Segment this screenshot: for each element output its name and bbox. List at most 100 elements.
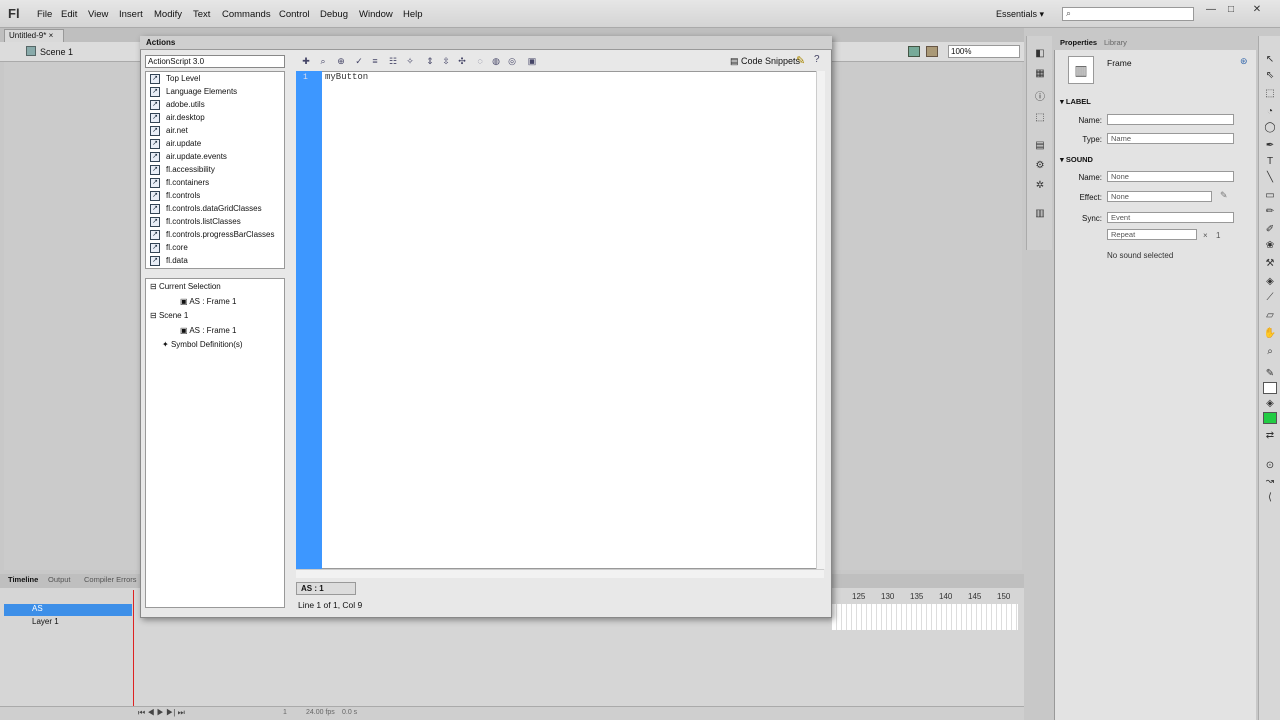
script-assist-icon[interactable]: ▣ xyxy=(526,55,538,67)
check-syntax-icon[interactable]: ✓ xyxy=(353,55,365,67)
add-item-icon[interactable]: ✚ xyxy=(300,55,312,67)
workspace-switcher[interactable]: Essentials ▾ xyxy=(996,9,1044,20)
transform-icon[interactable]: ⬚ xyxy=(1033,112,1047,124)
pen-tool-icon[interactable]: ✒ xyxy=(1263,140,1277,152)
tree-current-frame[interactable]: ▣ AS : Frame 1 xyxy=(180,297,236,306)
fill-color-icon[interactable]: ◈ xyxy=(1263,398,1277,410)
toolbox-item[interactable]: ↗ air.update.events xyxy=(150,152,227,165)
menu-debug[interactable]: Debug xyxy=(320,9,348,20)
collapse-selection-icon[interactable]: ⇳ xyxy=(440,55,452,67)
toolbox-item[interactable]: ↗ air.update xyxy=(150,139,201,152)
snap-icon[interactable]: ⊙ xyxy=(1263,460,1277,472)
code-snippets-button[interactable]: ▤ Code Snippets xyxy=(730,56,800,67)
hand-tool-icon[interactable]: ✋ xyxy=(1263,328,1277,340)
menu-window[interactable]: Window xyxy=(359,9,393,20)
language-select[interactable]: ActionScript 3.0 xyxy=(145,55,285,68)
scene-label[interactable]: Scene 1 xyxy=(40,47,73,57)
tab-compiler-errors[interactable]: Compiler Errors xyxy=(84,575,137,584)
pin-icon[interactable]: ✎ xyxy=(796,54,805,67)
target-icon[interactable]: ⊕ xyxy=(335,55,347,67)
tree-scene[interactable]: ⊟ Scene 1 xyxy=(150,311,188,320)
toolbox-item[interactable]: ↗ fl.containers xyxy=(150,178,209,191)
auto-format-icon[interactable]: ≡ xyxy=(369,55,381,67)
selection-tool-icon[interactable]: ↖ xyxy=(1263,54,1277,66)
actions-titlebar[interactable]: Actions xyxy=(140,36,832,50)
editor-vertical-scrollbar[interactable] xyxy=(816,71,825,569)
label-type-select[interactable]: Name xyxy=(1107,133,1234,144)
sync-select[interactable]: Event xyxy=(1107,212,1234,223)
tab-timeline[interactable]: Timeline xyxy=(8,575,38,584)
script-tab[interactable]: AS : 1 xyxy=(296,582,356,595)
eraser-icon[interactable]: ▱ xyxy=(1263,310,1277,322)
straighten-icon[interactable]: ⟨ xyxy=(1263,492,1277,504)
uncomment-icon[interactable]: ◎ xyxy=(506,55,518,67)
frame-grid[interactable] xyxy=(832,604,1018,630)
comment-block-icon[interactable]: ◌ xyxy=(474,55,486,67)
menu-insert[interactable]: Insert xyxy=(119,9,143,20)
label-section[interactable]: ▾ LABEL xyxy=(1060,97,1091,106)
paint-bucket-icon[interactable]: ◈ xyxy=(1263,276,1277,288)
frame-name-input[interactable] xyxy=(1107,114,1234,125)
expand-icon[interactable]: ✣ xyxy=(456,55,468,67)
toolbox-item[interactable]: ↗ fl.controls xyxy=(150,191,200,204)
frame-rate[interactable]: 24.00 fps xyxy=(306,709,335,716)
menu-view[interactable]: View xyxy=(88,9,108,20)
repeat-count[interactable]: 1 xyxy=(1216,231,1220,240)
collapse-icon[interactable]: ⇕ xyxy=(424,55,436,67)
debug-icon[interactable]: ✧ xyxy=(404,55,416,67)
subselection-tool-icon[interactable]: ⇖ xyxy=(1263,70,1277,82)
free-transform-icon[interactable]: ⬚ xyxy=(1263,88,1277,100)
rectangle-tool-icon[interactable]: ▭ xyxy=(1263,190,1277,202)
tree-symbols[interactable]: ✦ Symbol Definition(s) xyxy=(162,340,243,349)
info-icon[interactable]: ⓘ xyxy=(1033,92,1047,104)
pencil-tool-icon[interactable]: ✏ xyxy=(1263,206,1277,218)
toolbox-item[interactable]: ↗ fl.core xyxy=(150,243,188,256)
fill-swatch[interactable] xyxy=(1263,412,1277,424)
toolbox-item[interactable]: ↗ air.net xyxy=(150,126,188,139)
menu-text[interactable]: Text xyxy=(193,9,210,20)
toolbox-item[interactable]: ↗ Language Elements xyxy=(150,87,237,100)
toolbox-item[interactable]: ↗ fl.controls.listClasses xyxy=(150,217,241,230)
motion-presets-icon[interactable]: ✲ xyxy=(1033,180,1047,192)
stroke-color-icon[interactable]: ✎ xyxy=(1263,368,1277,380)
deco-tool-icon[interactable]: ❀ xyxy=(1263,240,1277,252)
3d-rotation-icon[interactable]: ◔ xyxy=(1263,106,1277,118)
code-text[interactable]: myButton xyxy=(325,72,368,82)
toolbox-item[interactable]: ↗ air.desktop xyxy=(150,113,205,126)
menu-file[interactable]: File xyxy=(37,9,52,20)
swatches-icon[interactable]: ▦ xyxy=(1033,68,1047,80)
comment-line-icon[interactable]: ◍ xyxy=(490,55,502,67)
stroke-swatch[interactable] xyxy=(1263,382,1277,394)
tab-properties[interactable]: Properties xyxy=(1060,38,1097,47)
toolbox-item[interactable]: ↗ fl.controls.progressBarClasses xyxy=(150,230,274,243)
help-icon[interactable]: ⊛ xyxy=(1240,56,1248,67)
lasso-icon[interactable]: ◯ xyxy=(1263,122,1277,134)
swap-colors-icon[interactable]: ⇄ xyxy=(1263,430,1277,442)
layer-as[interactable]: AS xyxy=(4,604,132,616)
effect-select[interactable]: None xyxy=(1107,191,1212,202)
edit-sound-icon[interactable]: ✎ xyxy=(1220,190,1228,201)
minimize-button[interactable]: — xyxy=(1202,4,1220,18)
eyedropper-icon[interactable]: ⟋ xyxy=(1263,292,1277,304)
library-icon[interactable]: ▥ xyxy=(1033,208,1047,220)
maximize-button[interactable]: □ xyxy=(1222,4,1240,18)
zoom-tool-icon[interactable]: ⌕ xyxy=(1263,346,1277,358)
help-search-input[interactable] xyxy=(1062,7,1194,21)
edit-symbols-icon[interactable] xyxy=(908,46,920,57)
script-editor[interactable] xyxy=(296,71,824,569)
close-window-button[interactable]: ✕ xyxy=(1248,4,1266,18)
editor-horizontal-scrollbar[interactable] xyxy=(296,569,824,578)
repeat-select[interactable]: Repeat xyxy=(1107,229,1197,240)
zoom-select[interactable]: 100% xyxy=(948,45,1020,58)
close-icon[interactable]: × xyxy=(49,31,54,40)
tree-current-selection[interactable]: ⊟ Current Selection xyxy=(150,282,221,291)
tab-output[interactable]: Output xyxy=(48,575,71,584)
tree-scene-frame[interactable]: ▣ AS : Frame 1 xyxy=(180,326,236,335)
menu-edit[interactable]: Edit xyxy=(61,9,77,20)
tab-library[interactable]: Library xyxy=(1104,38,1127,47)
menu-help[interactable]: Help xyxy=(403,9,423,20)
layer-1[interactable]: Layer 1 xyxy=(4,617,132,629)
line-tool-icon[interactable]: ╲ xyxy=(1263,172,1277,184)
help-icon[interactable]: ? xyxy=(814,54,820,65)
components-icon[interactable]: ⚙ xyxy=(1033,160,1047,172)
